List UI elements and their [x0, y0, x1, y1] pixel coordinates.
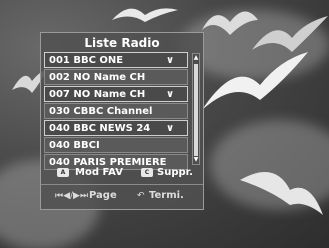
seagull-icon: [202, 52, 308, 110]
footer-bar: ⏮◀/▶⏭ Page ↶ Termi.: [41, 184, 203, 203]
channel-label: 001 BBC ONE: [49, 55, 124, 66]
seagull-icon: [252, 16, 328, 52]
page-button[interactable]: Page: [89, 188, 117, 204]
suppr-button[interactable]: Suppr.: [157, 165, 193, 181]
scroll-up-arrow-icon[interactable]: ▲: [193, 54, 199, 62]
channel-row[interactable]: 007 NO Name CH ∨: [44, 86, 188, 102]
scroll-down-arrow-icon[interactable]: ▼: [193, 156, 199, 164]
return-icon: ↶: [137, 191, 145, 201]
chevron-down-icon: ∨: [165, 123, 175, 134]
a-key-icon: A: [57, 168, 69, 177]
c-key-icon: C: [141, 168, 153, 177]
channel-label: 007 NO Name CH: [49, 89, 146, 100]
channel-row[interactable]: 002 NO Name CH: [44, 69, 188, 85]
page-skip-icon: ⏮◀/▶⏭: [55, 191, 89, 201]
channel-label: 040 BBCI: [49, 140, 100, 151]
channel-label: 002 NO Name CH: [49, 72, 146, 83]
channel-row[interactable]: 040 BBCI: [44, 137, 188, 153]
channel-row[interactable]: 001 BBC ONE ∨: [44, 52, 188, 68]
channel-row[interactable]: 030 CBBC Channel: [44, 103, 188, 119]
chevron-down-icon: ∨: [165, 89, 175, 100]
channel-label: 030 CBBC Channel: [49, 106, 153, 117]
list-scrollbar[interactable]: ▲ ▼: [192, 53, 200, 165]
chevron-down-icon: ∨: [165, 55, 175, 66]
mod-fav-button[interactable]: Mod FAV: [75, 165, 123, 181]
channel-list: 001 BBC ONE ∨ 002 NO Name CH 007 NO Name…: [44, 52, 188, 171]
termi-button[interactable]: Termi.: [149, 188, 184, 204]
radio-list-panel: Liste Radio 001 BBC ONE ∨ 002 NO Name CH…: [40, 32, 204, 210]
seagull-icon: [112, 8, 178, 22]
action-bar: A Mod FAV C Suppr.: [41, 164, 203, 182]
scrollbar-thumb[interactable]: [194, 64, 198, 156]
seagull-icon: [240, 172, 323, 215]
channel-label: 040 BBC NEWS 24: [49, 123, 151, 134]
panel-title: Liste Radio: [84, 36, 160, 50]
channel-row[interactable]: 040 BBC NEWS 24 ∨: [44, 120, 188, 136]
